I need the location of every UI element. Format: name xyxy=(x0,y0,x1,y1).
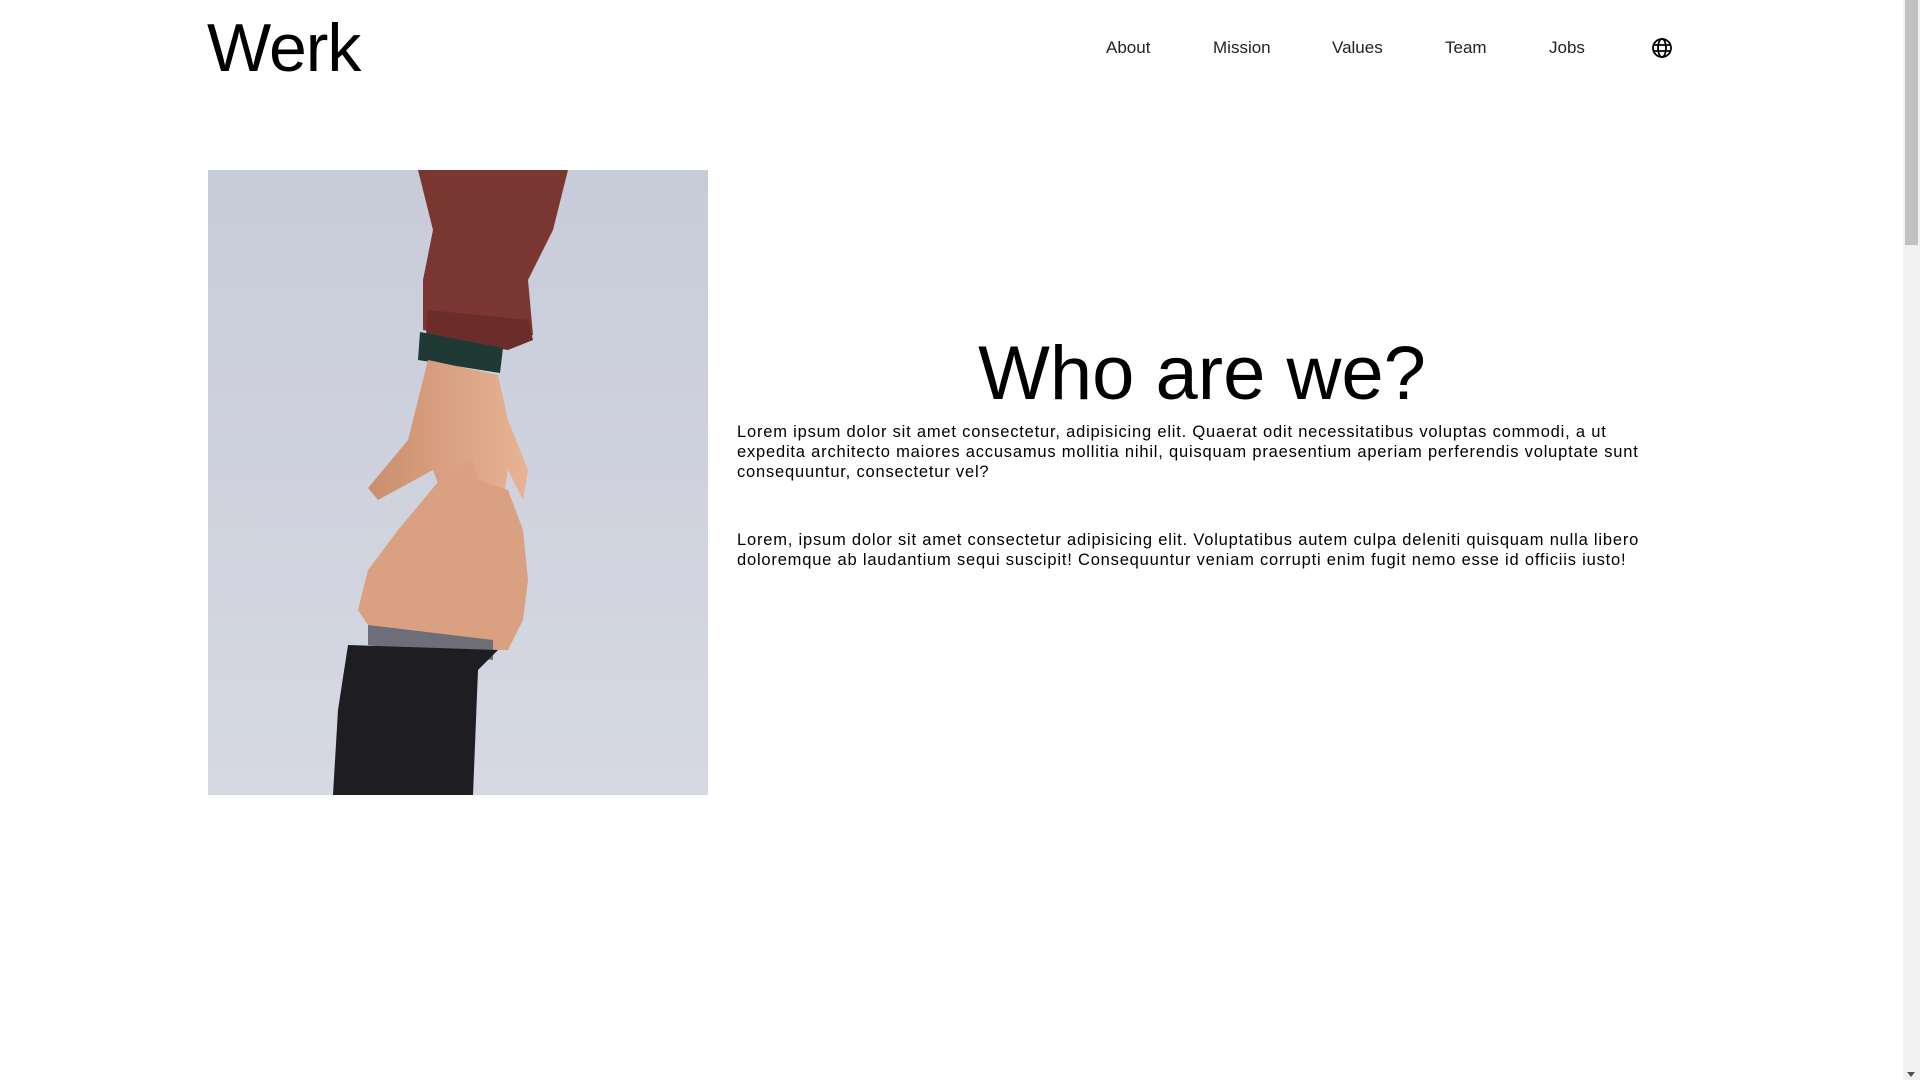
nav-link-team[interactable]: Team xyxy=(1445,38,1487,58)
hands-reaching-photo xyxy=(208,170,708,795)
second-paragraph: Lorem, ipsum dolor sit amet consectetur … xyxy=(737,531,1640,569)
page-title: Who are we? xyxy=(978,331,1426,416)
nav-link-jobs[interactable]: Jobs xyxy=(1549,38,1585,58)
site-logo[interactable]: Werk xyxy=(207,8,361,88)
scrollbar-thumb[interactable] xyxy=(1905,0,1918,245)
nav-link-about[interactable]: About xyxy=(1106,38,1150,58)
about-section: Who are we? Lorem ipsum dolor sit amet c… xyxy=(737,330,1667,570)
scroll-down-arrow-icon[interactable] xyxy=(1907,1072,1915,1077)
globe-icon[interactable] xyxy=(1650,36,1674,60)
intro-paragraph: Lorem ipsum dolor sit amet consectetur, … xyxy=(737,423,1639,481)
nav-link-mission[interactable]: Mission xyxy=(1213,38,1271,58)
nav-link-values[interactable]: Values xyxy=(1332,38,1383,58)
vertical-scrollbar[interactable] xyxy=(1903,0,1920,1080)
page: Werk About Mission Values Team Jobs Who … xyxy=(0,0,1920,1080)
